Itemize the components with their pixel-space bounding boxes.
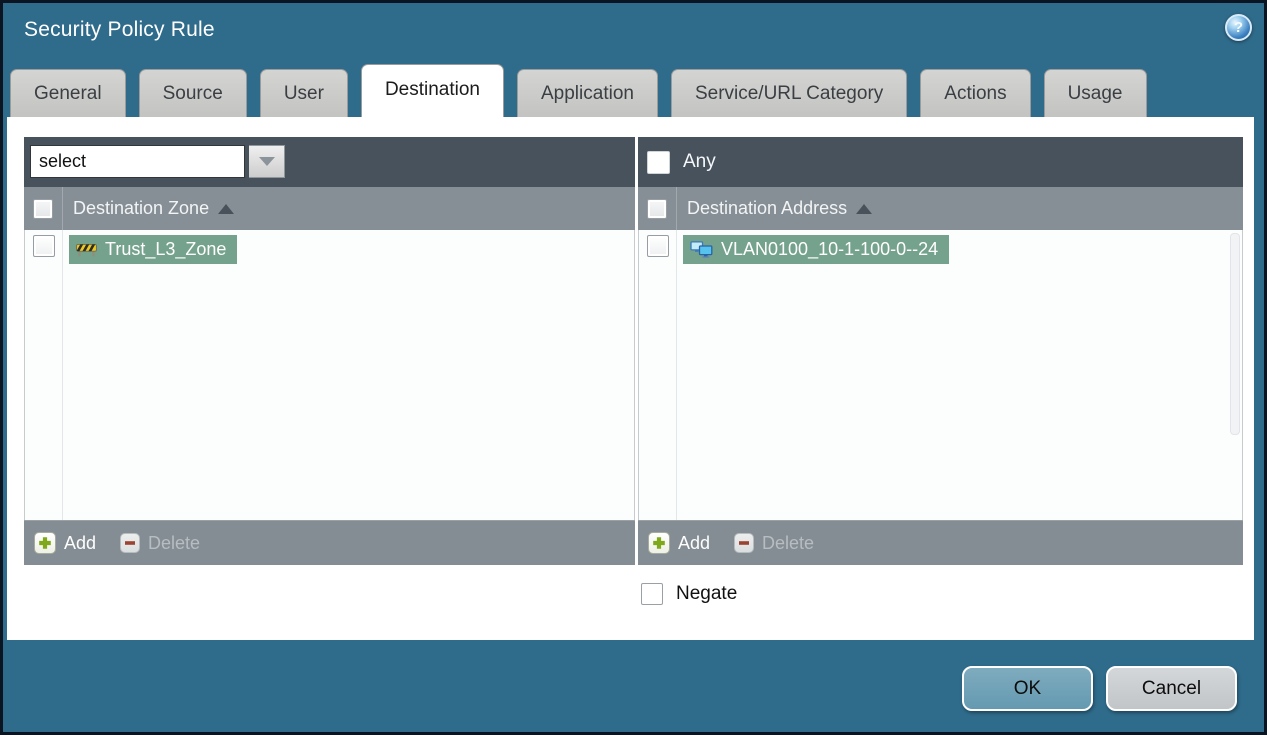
help-icon[interactable]: ? (1225, 14, 1252, 41)
ok-button[interactable]: OK (962, 666, 1093, 711)
address-add-label: Add (678, 532, 711, 553)
address-toolbar: Add Delete (638, 520, 1243, 565)
destination-tab-content: Destination Zone (7, 117, 1254, 640)
sort-asc-icon (856, 203, 873, 214)
destination-zone-panel: Destination Zone (24, 137, 635, 565)
zone-delete-label: Delete (148, 532, 201, 553)
tab-bar: General Source User Destination Applicat… (10, 64, 1147, 117)
security-policy-rule-dialog: Security Policy Rule ? General Source Us… (0, 0, 1267, 735)
zone-table-header: Destination Zone (24, 187, 635, 230)
plus-icon (648, 532, 670, 554)
negate-row: Negate (641, 583, 737, 605)
tab-usage[interactable]: Usage (1043, 69, 1147, 117)
tab-user[interactable]: User (259, 69, 348, 117)
address-delete-label: Delete (762, 532, 815, 553)
dialog-title: Security Policy Rule (24, 18, 215, 41)
minus-icon (120, 533, 141, 553)
any-checkbox[interactable] (647, 150, 670, 174)
zone-tag[interactable]: Trust_L3_Zone (69, 235, 238, 264)
zone-add-label: Add (64, 532, 97, 553)
negate-label: Negate (676, 583, 738, 604)
tab-application[interactable]: Application (517, 69, 658, 117)
zone-icon (76, 242, 97, 257)
tab-actions[interactable]: Actions (920, 69, 1031, 117)
zone-delete-button[interactable]: Delete (120, 533, 200, 554)
sort-asc-icon (218, 203, 235, 214)
zone-select-all-checkbox[interactable] (33, 198, 53, 219)
zone-toolbar: Add Delete (24, 520, 635, 565)
zone-list: Trust_L3_Zone (24, 230, 635, 520)
tab-service-url-category[interactable]: Service/URL Category (670, 69, 908, 117)
vertical-scrollbar[interactable] (1230, 233, 1240, 435)
address-header-checkbox-cell (638, 187, 677, 230)
zone-add-button[interactable]: Add (34, 532, 96, 554)
address-delete-button[interactable]: Delete (734, 533, 814, 554)
zone-row-checkbox[interactable] (33, 235, 55, 257)
zone-filter-select[interactable] (30, 145, 245, 178)
cancel-button[interactable]: Cancel (1106, 666, 1237, 711)
destination-address-panel: Any Destination Address VLAN0100_10-1-10… (638, 137, 1243, 565)
address-icon (690, 241, 713, 258)
negate-checkbox[interactable] (641, 583, 663, 605)
question-mark-glyph: ? (1233, 19, 1244, 36)
zone-row-label: Trust_L3_Zone (105, 239, 227, 259)
dialog-footer: OK Cancel (3, 640, 1264, 732)
any-bar: Any (638, 137, 1243, 187)
tab-source[interactable]: Source (138, 69, 247, 117)
tab-general[interactable]: General (10, 69, 126, 117)
address-list: VLAN0100_10-1-100-0--24 (638, 230, 1243, 520)
zone-column-header[interactable]: Destination Zone (73, 198, 209, 219)
zone-filter-dropdown-button[interactable] (249, 145, 286, 178)
address-row-checkbox[interactable] (647, 235, 669, 257)
any-label: Any (683, 151, 716, 172)
minus-icon (734, 533, 755, 553)
address-table-header: Destination Address (638, 187, 1243, 230)
tab-destination[interactable]: Destination (360, 64, 504, 117)
address-select-all-checkbox[interactable] (647, 198, 667, 219)
address-column-header[interactable]: Destination Address (687, 198, 847, 219)
plus-icon (34, 532, 56, 554)
zone-header-checkbox-cell (24, 187, 63, 230)
zone-filter-bar (24, 137, 635, 187)
zone-row[interactable]: Trust_L3_Zone (25, 230, 634, 271)
chevron-down-icon (258, 157, 275, 166)
address-row[interactable]: VLAN0100_10-1-100-0--24 (639, 230, 1242, 271)
address-tag[interactable]: VLAN0100_10-1-100-0--24 (683, 235, 950, 264)
address-add-button[interactable]: Add (648, 532, 710, 554)
address-row-label: VLAN0100_10-1-100-0--24 (721, 239, 939, 259)
